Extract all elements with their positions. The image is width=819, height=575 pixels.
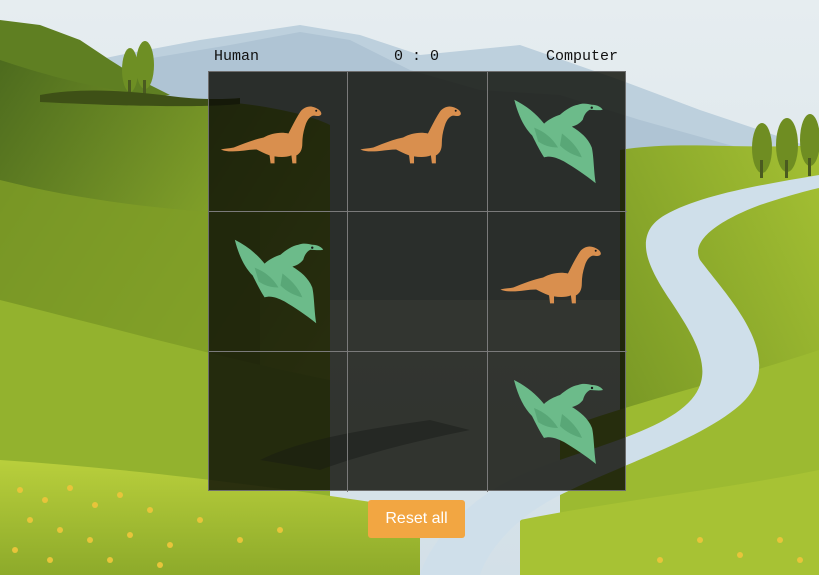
board-cell-1[interactable] (209, 72, 348, 212)
board-cell-8[interactable] (348, 352, 488, 492)
board-cell-3[interactable] (488, 72, 627, 212)
game-board (208, 71, 627, 492)
pterodactyl-icon (514, 380, 603, 464)
brontosaurus-icon (500, 246, 601, 304)
human-label: Human (214, 48, 260, 65)
scoreboard: Human 0 : 0 Computer (208, 46, 618, 66)
game-screen: Human 0 : 0 Computer Reset all (0, 0, 819, 575)
score-display: 0 : 0 (394, 48, 440, 65)
board-cell-2[interactable] (348, 72, 488, 212)
brontosaurus-icon (360, 106, 461, 164)
board-cell-7[interactable] (209, 352, 348, 492)
brontosaurus-icon (220, 106, 322, 164)
board-cell-6[interactable] (488, 212, 627, 352)
board-cell-5[interactable] (348, 212, 488, 352)
computer-label: Computer (545, 48, 618, 65)
pterodactyl-icon (514, 99, 603, 184)
board-cell-9[interactable] (488, 352, 627, 492)
reset-all-button[interactable]: Reset all (368, 500, 465, 538)
pterodactyl-icon (234, 239, 324, 324)
board-cell-4[interactable] (209, 212, 348, 352)
